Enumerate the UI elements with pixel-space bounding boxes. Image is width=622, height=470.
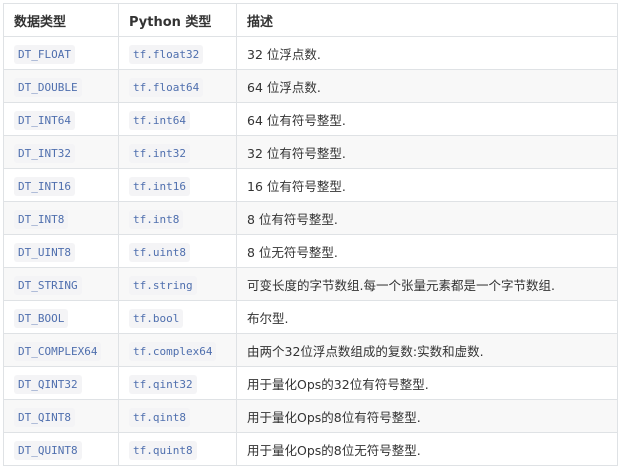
table-row: DT_BOOL tf.bool 布尔型. [3, 300, 618, 334]
cell-python-type: tf.qint32 [118, 366, 237, 400]
table-body: DT_FLOAT tf.float32 32 位浮点数. DT_DOUBLE tf.fl… [3, 36, 618, 466]
cell-description: 用于量化Ops的8位有符号整型. [236, 399, 618, 433]
cell-dtype: DT_FLOAT [3, 36, 119, 70]
cell-dtype: DT_UINT8 [3, 234, 119, 268]
cell-description: 64 位有符号整型. [236, 102, 618, 136]
python-type-code: tf.qint32 [129, 374, 197, 394]
python-type-code: tf.float64 [129, 77, 204, 97]
cell-python-type: tf.uint8 [118, 234, 237, 268]
cell-python-type: tf.bool [118, 300, 237, 334]
cell-description: 由两个32位浮点数组成的复数:实数和虚数. [236, 333, 618, 367]
cell-python-type: tf.float32 [118, 36, 237, 70]
dtype-code: DT_COMPLEX64 [14, 341, 102, 361]
table-row: DT_UINT8 tf.uint8 8 位无符号整型. [3, 234, 618, 268]
table-row: DT_INT16 tf.int16 16 位有符号整型. [3, 168, 618, 202]
cell-python-type: tf.int64 [118, 102, 237, 136]
header-row: 数据类型 Python 类型 描述 [3, 3, 618, 37]
header-dtype: 数据类型 [3, 3, 119, 37]
cell-dtype: DT_INT64 [3, 102, 119, 136]
cell-description: 16 位有符号整型. [236, 168, 618, 202]
dtype-code: DT_BOOL [14, 308, 69, 328]
cell-description: 布尔型. [236, 300, 618, 334]
cell-description: 32 位有符号整型. [236, 135, 618, 169]
cell-dtype: DT_STRING [3, 267, 119, 301]
dtype-code: DT_FLOAT [14, 44, 75, 64]
dtype-code: DT_INT16 [14, 176, 75, 196]
cell-description: 32 位浮点数. [236, 36, 618, 70]
dtype-code: DT_INT64 [14, 110, 75, 130]
python-type-code: tf.qint8 [129, 407, 190, 427]
table-row: DT_QINT32 tf.qint32 用于量化Ops的32位有符号整型. [3, 366, 618, 400]
cell-description: 8 位无符号整型. [236, 234, 618, 268]
table-row: DT_INT64 tf.int64 64 位有符号整型. [3, 102, 618, 136]
cell-description: 8 位有符号整型. [236, 201, 618, 235]
table-row: DT_INT8 tf.int8 8 位有符号整型. [3, 201, 618, 235]
table-row: DT_QUINT8 tf.quint8 用于量化Ops的8位无符号整型. [3, 432, 618, 466]
python-type-code: tf.float32 [129, 44, 204, 64]
dtype-code: DT_DOUBLE [14, 77, 82, 97]
table-row: DT_FLOAT tf.float32 32 位浮点数. [3, 36, 618, 70]
dtype-code: DT_INT8 [14, 209, 69, 229]
cell-description: 用于量化Ops的32位有符号整型. [236, 366, 618, 400]
cell-dtype: DT_QINT32 [3, 366, 119, 400]
dtype-code: DT_QINT8 [14, 407, 75, 427]
cell-dtype: DT_INT16 [3, 168, 119, 202]
cell-python-type: tf.int8 [118, 201, 237, 235]
table-row: DT_STRING tf.string 可变长度的字节数组.每一个张量元素都是一个字… [3, 267, 618, 301]
python-type-code: tf.quint8 [129, 440, 197, 460]
page: 数据类型 Python 类型 描述 DT_FLOAT tf.float32 32 位… [0, 0, 622, 470]
cell-python-type: tf.qint8 [118, 399, 237, 433]
cell-python-type: tf.string [118, 267, 237, 301]
dtype-code: DT_QINT32 [14, 374, 82, 394]
cell-python-type: tf.float64 [118, 69, 237, 103]
dtype-code: DT_INT32 [14, 143, 75, 163]
python-type-code: tf.complex64 [129, 341, 217, 361]
dtype-table: 数据类型 Python 类型 描述 DT_FLOAT tf.float32 32 位… [3, 3, 618, 466]
table-row: DT_COMPLEX64 tf.complex64 由两个32位浮点数组成的复数:实… [3, 333, 618, 367]
python-type-code: tf.bool [129, 308, 184, 328]
cell-dtype: DT_INT8 [3, 201, 119, 235]
table-row: DT_INT32 tf.int32 32 位有符号整型. [3, 135, 618, 169]
cell-python-type: tf.int32 [118, 135, 237, 169]
cell-dtype: DT_QUINT8 [3, 432, 119, 466]
cell-dtype: DT_QINT8 [3, 399, 119, 433]
python-type-code: tf.int8 [129, 209, 184, 229]
header-description: 描述 [236, 3, 618, 37]
cell-dtype: DT_DOUBLE [3, 69, 119, 103]
dtype-code: DT_UINT8 [14, 242, 75, 262]
cell-description: 64 位浮点数. [236, 69, 618, 103]
table-row: DT_DOUBLE tf.float64 64 位浮点数. [3, 69, 618, 103]
cell-description: 用于量化Ops的8位无符号整型. [236, 432, 618, 466]
header-python-type: Python 类型 [118, 3, 237, 37]
python-type-code: tf.int16 [129, 176, 190, 196]
python-type-code: tf.int64 [129, 110, 190, 130]
python-type-code: tf.string [129, 275, 197, 295]
cell-dtype: DT_BOOL [3, 300, 119, 334]
cell-python-type: tf.quint8 [118, 432, 237, 466]
dtype-code: DT_STRING [14, 275, 82, 295]
table-header: 数据类型 Python 类型 描述 [3, 3, 618, 37]
cell-description: 可变长度的字节数组.每一个张量元素都是一个字节数组. [236, 267, 618, 301]
cell-python-type: tf.int16 [118, 168, 237, 202]
cell-dtype: DT_INT32 [3, 135, 119, 169]
cell-python-type: tf.complex64 [118, 333, 237, 367]
table-row: DT_QINT8 tf.qint8 用于量化Ops的8位有符号整型. [3, 399, 618, 433]
python-type-code: tf.uint8 [129, 242, 190, 262]
dtype-code: DT_QUINT8 [14, 440, 82, 460]
cell-dtype: DT_COMPLEX64 [3, 333, 119, 367]
python-type-code: tf.int32 [129, 143, 190, 163]
